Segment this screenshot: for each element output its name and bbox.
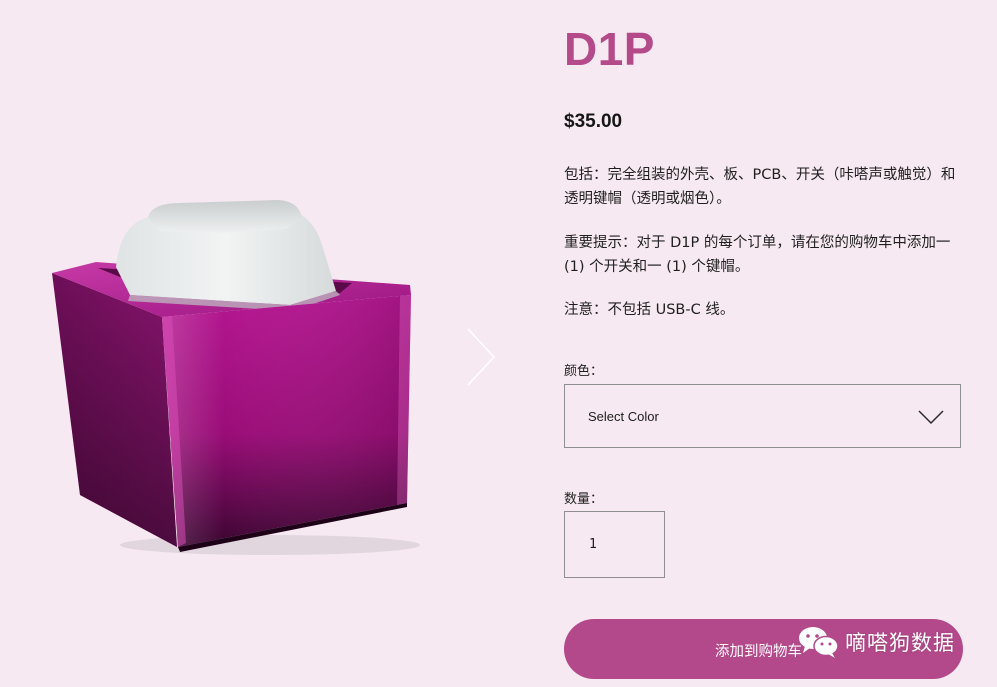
product-title: D1P [564,23,655,75]
watermark: 嘀嗒狗数据 [797,624,955,660]
color-select-value: Select Color [588,409,659,424]
product-description-note: 注意：不包括 USB-C 线。 [564,302,735,318]
chevron-right-icon [467,328,496,386]
quantity-input[interactable] [564,511,665,578]
product-image [52,200,420,555]
product-description-includes: 包括：完全组装的外壳、板、PCB、开关（咔嗒声或触觉）和透明键帽（透明或烟色）。 [564,167,956,207]
wechat-icon [799,627,839,658]
product-description-important: 重要提示：对于 D1P 的每个订单，请在您的购物车中添加一 (1) 个开关和一 … [564,235,951,275]
quantity-label: 数量： [564,492,604,507]
add-to-cart-label: 添加到购物车 [715,644,802,660]
product-price: $35.00 [564,111,623,132]
color-select[interactable]: Select Color [564,384,961,448]
product-gallery [0,0,520,687]
watermark-text: 嘀嗒狗数据 [845,631,955,655]
color-label: 颜色： [564,364,604,379]
gallery-next-button[interactable] [462,325,502,389]
chevron-down-icon [918,410,944,425]
